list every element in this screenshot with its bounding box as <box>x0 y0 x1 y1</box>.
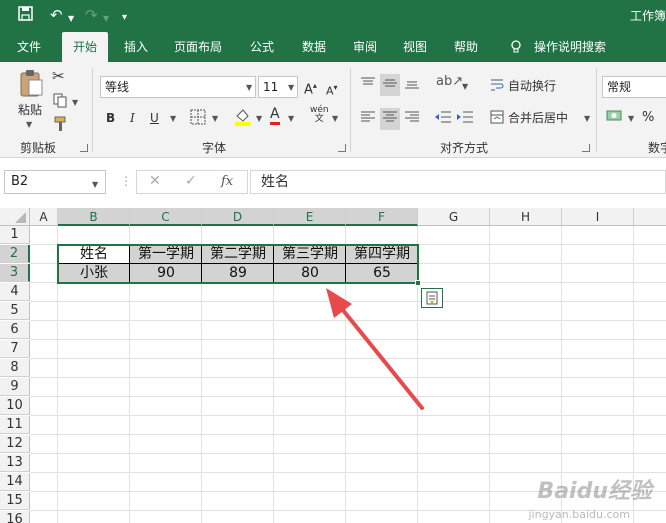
merge-dropdown-icon[interactable]: ▼ <box>584 114 590 123</box>
tab-review[interactable]: 审阅 <box>343 32 387 62</box>
clipboard-launcher-icon[interactable] <box>80 144 88 152</box>
font-color-dropdown-icon[interactable]: ▼ <box>288 114 294 123</box>
tab-insert[interactable]: 插入 <box>114 32 158 62</box>
tab-file[interactable]: 文件 <box>8 32 50 62</box>
formula-bar: B2 ▼ ⋮ ✕ ✓ fx 姓名 <box>0 158 666 208</box>
font-name-dropdown-icon[interactable]: ▼ <box>246 83 252 92</box>
wrap-text-button[interactable]: 自动换行 <box>508 78 556 94</box>
font-name-select[interactable]: 等线 <box>100 76 256 98</box>
tab-view[interactable]: 视图 <box>393 32 437 62</box>
align-bottom-icon[interactable] <box>404 76 420 94</box>
tab-page-layout[interactable]: 页面布局 <box>166 32 230 62</box>
borders-icon[interactable] <box>190 109 206 129</box>
formula-controls: ✕ ✓ fx <box>136 170 248 194</box>
cancel-icon[interactable]: ✕ <box>149 173 161 189</box>
workbook-title: 工作簿 <box>629 9 666 23</box>
increase-font-icon[interactable]: A▴ <box>304 78 317 98</box>
number-format-select[interactable]: 常规 <box>602 76 666 98</box>
decrease-indent-icon[interactable] <box>434 110 452 128</box>
copy-dropdown-icon[interactable]: ▼ <box>72 98 78 107</box>
title-bar: ↶ ▼ ↷ ▼ ▾ 工作簿 <box>0 0 666 32</box>
group-divider <box>596 68 597 152</box>
paste-dropdown-icon[interactable]: ▼ <box>26 120 32 129</box>
merge-center-icon[interactable] <box>490 110 504 128</box>
tab-help[interactable]: 帮助 <box>444 32 488 62</box>
orientation-dropdown-icon[interactable]: ▼ <box>462 82 468 91</box>
phonetic-dropdown-icon[interactable]: ▼ <box>332 114 338 123</box>
font-launcher-icon[interactable] <box>338 144 346 152</box>
italic-button[interactable]: I <box>130 110 135 126</box>
align-center-icon[interactable] <box>380 108 400 130</box>
cut-icon[interactable]: ✂ <box>52 68 65 84</box>
increase-indent-icon[interactable] <box>456 110 474 128</box>
fill-color-dropdown-icon[interactable]: ▼ <box>256 114 262 123</box>
baidu-watermark-url: jingyan.baidu.com <box>528 508 630 521</box>
group-divider <box>350 68 351 152</box>
merge-center-button[interactable]: 合并后居中 <box>508 110 568 126</box>
phonetic-guide-button[interactable]: wén 文 <box>310 106 329 124</box>
wrap-text-icon[interactable] <box>490 78 504 96</box>
name-box[interactable]: B2 <box>4 170 106 194</box>
copy-icon[interactable] <box>52 92 68 112</box>
decrease-font-icon[interactable]: A▾ <box>326 80 338 100</box>
font-group-label: 字体 <box>202 141 227 155</box>
phonetic-guide-label: wén <box>310 105 329 115</box>
align-middle-icon[interactable] <box>380 74 400 96</box>
underline-button[interactable]: U <box>150 110 159 126</box>
align-top-icon[interactable] <box>360 76 376 94</box>
worksheet-grid[interactable]: A B C D E F G H I 1 2 3 4 5 6 7 8 9 10 1… <box>0 208 666 523</box>
paste-icon[interactable] <box>16 68 46 102</box>
tab-formulas[interactable]: 公式 <box>240 32 284 62</box>
accounting-dropdown-icon[interactable]: ▼ <box>628 114 634 123</box>
paste-button[interactable]: 粘贴 <box>14 102 46 118</box>
lightbulb-icon <box>506 32 526 62</box>
font-size-dropdown-icon[interactable]: ▼ <box>288 83 294 92</box>
fill-color-icon[interactable] <box>234 108 252 130</box>
number-group-label: 数字 <box>648 141 666 155</box>
group-divider <box>92 68 93 152</box>
borders-dropdown-icon[interactable]: ▼ <box>212 114 218 123</box>
font-color-button[interactable]: A <box>270 107 280 125</box>
tab-data[interactable]: 数据 <box>292 32 336 62</box>
insert-function-icon[interactable]: fx <box>221 174 233 189</box>
tab-home[interactable]: 开始 <box>62 32 108 62</box>
enter-icon[interactable]: ✓ <box>185 173 197 189</box>
tell-me-search[interactable]: 操作说明搜索 <box>530 32 610 62</box>
alignment-group-label: 对齐方式 <box>440 141 489 155</box>
accounting-format-icon[interactable] <box>606 108 624 128</box>
underline-dropdown-icon[interactable]: ▼ <box>170 114 176 123</box>
more-options-icon[interactable]: ⋮ <box>120 174 132 188</box>
redo-icon: ↷ <box>85 6 98 24</box>
align-left-icon[interactable] <box>360 110 376 128</box>
orientation-icon[interactable]: ab↗ <box>436 74 463 90</box>
percent-button[interactable]: % <box>642 110 654 126</box>
redo-dropdown-icon: ▼ <box>103 14 110 23</box>
ribbon-home: 粘贴 ▼ ✂ ▼ 剪贴板 等线 ▼ 11 ▼ A▴ A▾ B I U ▼ ▼ ▼… <box>0 62 666 158</box>
bold-button[interactable]: B <box>106 110 115 126</box>
name-box-dropdown-icon[interactable]: ▼ <box>92 180 98 189</box>
undo-dropdown-icon[interactable]: ▼ <box>68 10 74 28</box>
alignment-launcher-icon[interactable] <box>582 144 590 152</box>
formula-input[interactable]: 姓名 <box>250 170 666 194</box>
format-painter-icon[interactable] <box>54 116 68 136</box>
ribbon-tabs: 文件 开始 插入 页面布局 公式 数据 审阅 视图 帮助 操作说明搜索 <box>0 32 666 62</box>
align-right-icon[interactable] <box>404 110 420 128</box>
save-icon[interactable] <box>18 6 33 25</box>
baidu-watermark: Baidu经验 <box>537 479 652 504</box>
undo-icon[interactable]: ↶ <box>50 6 63 24</box>
clipboard-group-label: 剪贴板 <box>20 141 57 155</box>
customize-toolbar-icon[interactable]: ▾ <box>122 9 127 27</box>
